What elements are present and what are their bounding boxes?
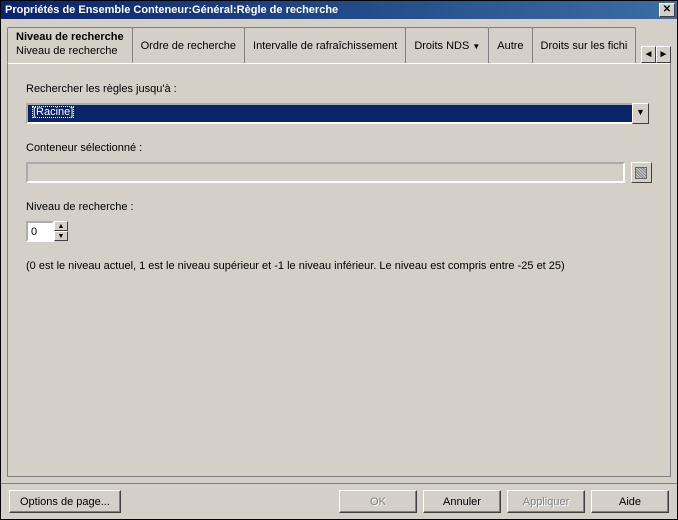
search-level-hint: (0 est le niveau actuel, 1 est le niveau… (26, 260, 652, 272)
browse-button[interactable] (631, 162, 652, 183)
titlebar: Propriétés de Ensemble Conteneur:Général… (1, 1, 677, 19)
dialog-window: Propriétés de Ensemble Conteneur:Général… (0, 0, 678, 520)
dialog-body: Niveau de recherche Niveau de recherche … (1, 19, 677, 483)
spinner-up-icon[interactable]: ▲ (54, 221, 68, 231)
tab-label: Niveau de recherche (16, 31, 124, 43)
search-rules-label: Rechercher les règles jusqu'à : (26, 83, 652, 95)
ok-button: OK (339, 490, 417, 513)
tab-label: Ordre de recherche (141, 40, 236, 52)
tab-file-rights[interactable]: Droits sur les fichi (532, 27, 637, 63)
tab-scroll-right-icon[interactable]: ► (656, 46, 671, 63)
selected-container-input (26, 162, 625, 183)
browse-icon (635, 167, 647, 179)
window-title: Propriétés de Ensemble Conteneur:Général… (3, 4, 659, 16)
tab-label: Droits NDS▼ (414, 40, 480, 52)
help-button[interactable]: Aide (591, 490, 669, 513)
tab-label: Intervalle de rafraîchissement (253, 40, 397, 52)
tab-subline: Niveau de recherche (16, 45, 124, 57)
tab-search-order[interactable]: Ordre de recherche (132, 27, 245, 63)
search-level-spinner[interactable]: ▲ ▼ (26, 221, 652, 242)
tab-strip: Niveau de recherche Niveau de recherche … (7, 25, 671, 63)
search-level-input[interactable] (26, 221, 54, 242)
tab-label: Droits sur les fichi (541, 40, 628, 52)
tab-panel: Rechercher les règles jusqu'à : [Racine]… (7, 63, 671, 477)
search-rules-combo[interactable]: [Racine] ▼ (26, 103, 649, 124)
tab-nds-rights[interactable]: Droits NDS▼ (405, 27, 489, 63)
tab-label: Autre (497, 40, 523, 52)
tabs-row: Niveau de recherche Niveau de recherche … (7, 27, 641, 63)
apply-button: Appliquer (507, 490, 585, 513)
page-options-button[interactable]: Options de page... (9, 490, 121, 513)
cancel-button[interactable]: Annuler (423, 490, 501, 513)
tab-scroll-left-icon[interactable]: ◄ (641, 46, 656, 63)
search-level-label: Niveau de recherche : (26, 201, 652, 213)
chevron-down-icon: ▼ (472, 42, 480, 51)
dropdown-icon[interactable]: ▼ (632, 103, 649, 124)
tab-other[interactable]: Autre (488, 27, 532, 63)
tab-scroll: ◄ ► (641, 46, 671, 63)
tab-search-level[interactable]: Niveau de recherche Niveau de recherche (7, 27, 133, 63)
selected-container-label: Conteneur sélectionné : (26, 142, 652, 154)
button-bar: Options de page... OK Annuler Appliquer … (1, 483, 677, 519)
close-icon[interactable]: ✕ (659, 3, 675, 17)
spinner-down-icon[interactable]: ▼ (54, 231, 68, 241)
search-rules-value[interactable]: [Racine] (26, 103, 632, 124)
tab-refresh-interval[interactable]: Intervalle de rafraîchissement (244, 27, 406, 63)
